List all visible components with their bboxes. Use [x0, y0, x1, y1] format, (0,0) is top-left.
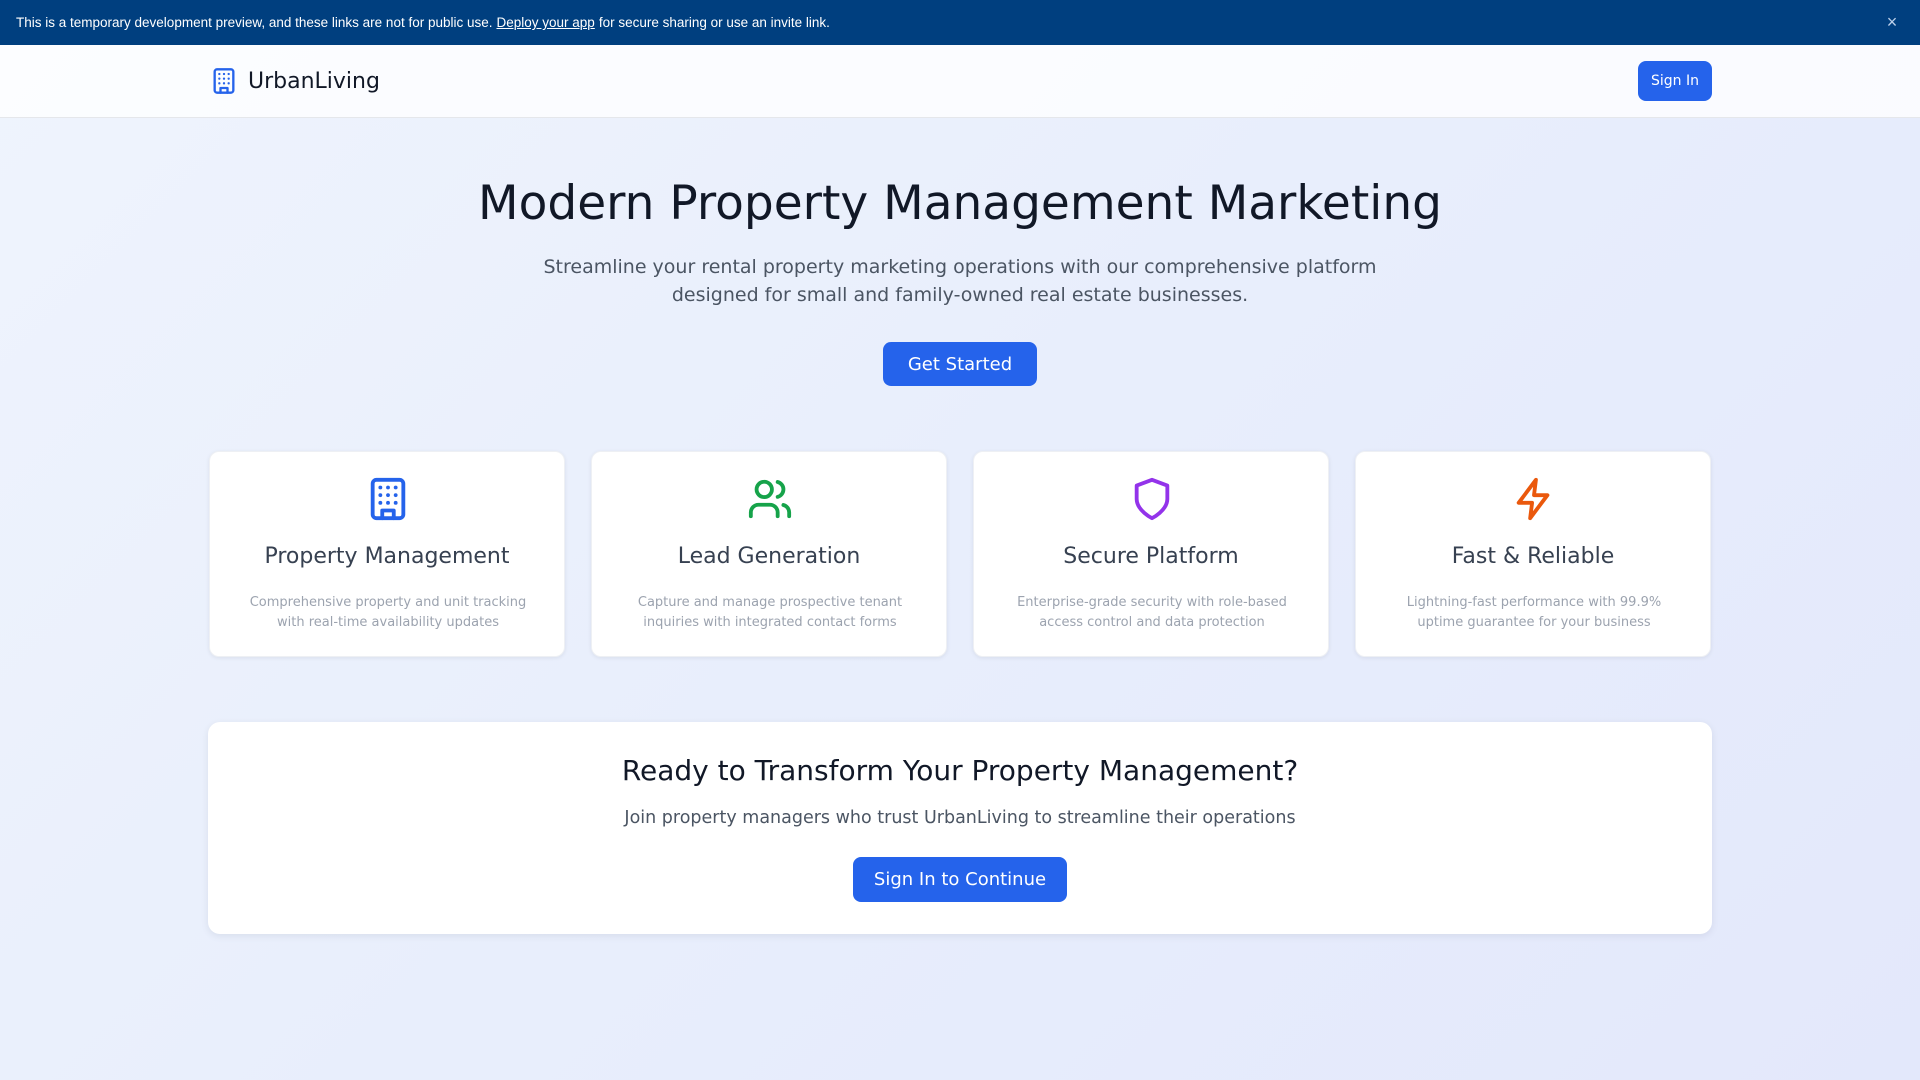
feature-description: Lightning-fast performance with 99.9% up…: [1406, 595, 1662, 630]
feature-title: Secure Platform: [1063, 544, 1239, 569]
brand[interactable]: UrbanLiving: [210, 65, 380, 97]
feature-title: Property Management: [264, 544, 510, 569]
dev-preview-banner: This is a temporary development preview,…: [0, 0, 1920, 45]
cta-section: Ready to Transform Your Property Managem…: [208, 722, 1712, 934]
deploy-app-link[interactable]: Deploy your app: [497, 15, 595, 30]
banner-text: This is a temporary development preview,…: [16, 15, 493, 30]
close-icon[interactable]: ×: [1882, 12, 1902, 32]
feature-title: Fast & Reliable: [1451, 544, 1615, 569]
get-started-button[interactable]: Get Started: [883, 342, 1037, 386]
feature-description: Enterprise-grade security with role-base…: [1017, 595, 1287, 630]
shield-icon: [1134, 477, 1170, 521]
feature-card-property-management: Property Management Comprehensive proper…: [209, 451, 565, 657]
brand-name: UrbanLiving: [248, 68, 380, 94]
building-icon: [370, 477, 406, 521]
feature-card-fast-reliable: Fast & Reliable Lightning-fast performan…: [1355, 451, 1711, 657]
hero-subtitle: Streamline your rental property marketin…: [543, 256, 1377, 306]
feature-card-lead-generation: Lead Generation Capture and manage prosp…: [591, 451, 947, 657]
cta-subtitle: Join property managers who trust UrbanLi…: [624, 808, 1296, 828]
sign-in-button[interactable]: Sign In: [1638, 61, 1712, 101]
cta-title: Ready to Transform Your Property Managem…: [621, 754, 1299, 787]
building-icon: [213, 68, 235, 94]
feature-description: Capture and manage prospective tenant in…: [637, 595, 903, 630]
feature-card-secure-platform: Secure Platform Enterprise-grade securit…: [973, 451, 1329, 657]
lightning-icon: [1516, 477, 1550, 521]
banner-text-after: for secure sharing or use an invite link…: [598, 15, 830, 30]
feature-description: Comprehensive property and unit tracking…: [249, 595, 527, 630]
feature-title: Lead Generation: [677, 544, 861, 569]
users-icon: [748, 479, 792, 519]
hero-title: Modern Property Management Marketing: [478, 176, 1442, 231]
sign-in-to-continue-button[interactable]: Sign In to Continue: [853, 857, 1067, 902]
top-navbar: UrbanLiving Sign In: [0, 45, 1920, 118]
